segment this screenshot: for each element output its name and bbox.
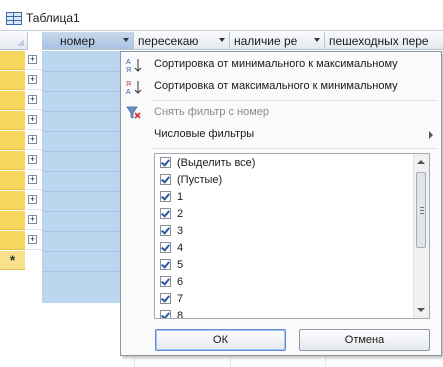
expand-icon[interactable]: +	[28, 195, 37, 204]
record-selector[interactable]	[0, 191, 25, 210]
menu-separator	[151, 100, 437, 101]
record-selector[interactable]	[0, 151, 25, 170]
list-item-label: 1	[177, 190, 184, 203]
menu-item-number-filters[interactable]: Числовые фильтры	[121, 124, 441, 146]
ok-button[interactable]: ОК	[155, 329, 286, 351]
column-header-label: наличие ре	[234, 33, 298, 48]
tab-table1[interactable]: Таблица1	[6, 8, 80, 28]
table-icon	[6, 11, 22, 25]
menu-item-sort-ascending[interactable]: A Я Сортировка от минимального к максима…	[121, 54, 441, 76]
expand-icon[interactable]: +	[28, 95, 37, 104]
sort-descending-icon: Я A	[126, 81, 142, 95]
tab-label: Таблица1	[26, 11, 80, 25]
svg-text:Я: Я	[126, 81, 131, 88]
list-item[interactable]: (Выделить все)	[160, 154, 255, 171]
menu-item-label: Сортировка от минимального к максимально…	[154, 58, 398, 70]
dropdown-arrow-icon[interactable]	[123, 38, 129, 42]
column-header-peresekayu[interactable]: пересекаю	[134, 32, 230, 50]
checkbox[interactable]	[160, 310, 171, 318]
new-record-icon[interactable]: *	[0, 251, 25, 270]
svg-text:A: A	[126, 59, 131, 66]
record-selector[interactable]	[0, 91, 25, 110]
expand-icon[interactable]: +	[28, 135, 37, 144]
list-item[interactable]: 4	[160, 239, 183, 256]
column-header-label: пересекаю	[138, 33, 199, 48]
record-selector[interactable]	[0, 51, 25, 70]
list-item-label: 5	[177, 258, 184, 271]
expand-icon[interactable]: +	[28, 235, 37, 244]
checkbox[interactable]	[160, 157, 171, 168]
column-header-label: номер	[60, 33, 95, 48]
list-item[interactable]: 7	[160, 290, 183, 307]
cancel-button[interactable]: Отмена	[299, 329, 430, 351]
list-item[interactable]: (Пустые)	[160, 171, 222, 188]
record-selector[interactable]	[0, 211, 25, 230]
menu-item-clear-filter: Снять фильтр с номер	[121, 102, 441, 124]
expand-icon[interactable]: +	[28, 55, 37, 64]
column-header-label: пешеходных пере	[329, 33, 429, 48]
list-item-label: 4	[177, 241, 184, 254]
checkbox[interactable]	[160, 174, 171, 185]
list-item-label: 7	[177, 292, 184, 305]
list-item[interactable]: 5	[160, 256, 183, 273]
expand-icon[interactable]: +	[28, 155, 37, 164]
list-item-label: (Выделить все)	[177, 156, 256, 169]
expand-icon[interactable]: +	[28, 115, 37, 124]
record-selector[interactable]	[0, 171, 25, 190]
list-item-label: 6	[177, 275, 184, 288]
expand-icon[interactable]: +	[28, 215, 37, 224]
list-item[interactable]: 8	[160, 307, 184, 319]
dropdown-arrow-icon[interactable]	[314, 38, 320, 42]
list-item-label: 2	[177, 207, 184, 220]
clear-filter-icon	[126, 106, 141, 119]
scroll-up-icon[interactable]	[417, 160, 425, 164]
list-item-label: 8	[177, 309, 184, 319]
checkbox[interactable]	[160, 225, 171, 236]
document-tab-bar: Таблица1	[0, 0, 443, 31]
checkbox[interactable]	[160, 208, 171, 219]
checkbox[interactable]	[160, 242, 171, 253]
expand-icon[interactable]: +	[28, 75, 37, 84]
list-item[interactable]: 1	[160, 188, 183, 205]
vertical-scrollbar[interactable]	[413, 154, 429, 318]
list-item[interactable]: 2	[160, 205, 183, 222]
checkbox[interactable]	[160, 191, 171, 202]
svg-text:Я: Я	[126, 67, 131, 73]
record-selector[interactable]	[0, 71, 25, 90]
menu-item-sort-descending[interactable]: Я A Сортировка от максимального к минима…	[121, 76, 441, 98]
list-item[interactable]: 6	[160, 273, 183, 290]
svg-text:A: A	[126, 89, 131, 95]
filter-values-list[interactable]: (Выделить все) (Пустые) 1 2 3 4 5 6 7 8	[154, 153, 430, 319]
filter-dropdown-menu: A Я Сортировка от минимального к максима…	[120, 51, 442, 356]
column-header-nalichie[interactable]: наличие ре	[230, 32, 325, 50]
list-item[interactable]: 3	[160, 222, 183, 239]
list-item-label: (Пустые)	[177, 173, 223, 186]
scroll-down-icon[interactable]	[417, 308, 425, 312]
checkbox[interactable]	[160, 293, 171, 304]
list-item-label: 3	[177, 224, 184, 237]
sort-ascending-icon: A Я	[126, 59, 142, 73]
submenu-arrow-icon	[429, 131, 433, 139]
checkbox[interactable]	[160, 259, 171, 270]
menu-separator	[151, 148, 437, 149]
expand-icon[interactable]: +	[28, 175, 37, 184]
menu-item-label: Снять фильтр с номер	[154, 106, 270, 118]
menu-item-label: Сортировка от максимального к минимально…	[154, 80, 398, 92]
menu-item-label: Числовые фильтры	[154, 128, 255, 140]
column-header-peshehodnyh[interactable]: пешеходных пере	[325, 32, 443, 50]
record-selector[interactable]	[0, 131, 25, 150]
scrollbar-thumb[interactable]	[416, 172, 426, 248]
column-header-nomer[interactable]: номер	[42, 32, 134, 50]
record-selector[interactable]	[0, 231, 25, 250]
select-all-corner[interactable]	[0, 32, 28, 50]
dropdown-arrow-icon[interactable]	[219, 38, 225, 42]
checkbox[interactable]	[160, 276, 171, 287]
record-selector[interactable]	[0, 111, 25, 130]
